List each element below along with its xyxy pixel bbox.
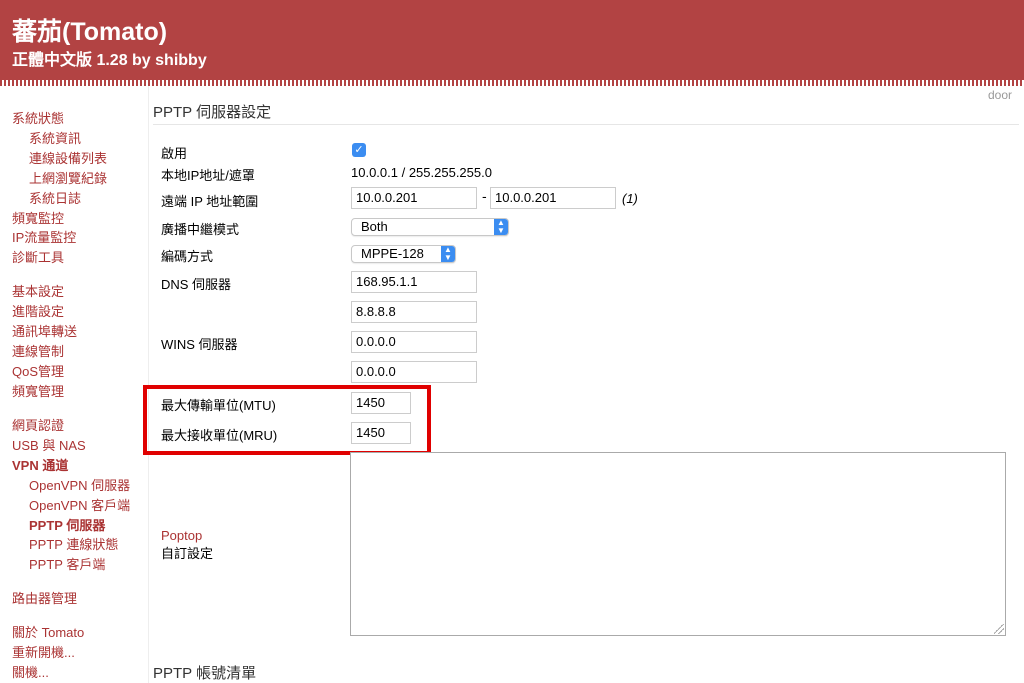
sidebar-nav: 系統狀態 系統資訊 連線設備列表 上網瀏覽紀錄 系統日誌 頻寬監控 IP流量監控 診斷工具基本…: [0, 86, 148, 683]
dns-server-label: DNS 伺服器: [161, 277, 232, 292]
sidebar-item[interactable]: PPTP 連線狀態: [29, 534, 118, 553]
header-stripe: [0, 80, 1024, 86]
sidebar-item[interactable]: 系統日誌: [29, 188, 81, 207]
sidebar-item[interactable]: 基本設定: [12, 281, 64, 300]
local-ip-label: 本地IP地址/遮罩: [161, 168, 255, 183]
encryption-select[interactable]: MPPE-128 ▲ ▼: [351, 245, 456, 263]
sidebar-item[interactable]: 重新開機...: [12, 642, 75, 661]
poptop-link[interactable]: Poptop: [161, 528, 202, 543]
section-title-pptp-accounts: PPTP 帳號清單: [153, 665, 257, 682]
wins-server-2-input[interactable]: 0.0.0.0: [351, 361, 477, 383]
sidebar-item[interactable]: QoS管理: [12, 361, 64, 380]
enable-checkbox[interactable]: ✓: [352, 143, 366, 157]
encryption-label: 編碼方式: [161, 249, 214, 264]
custom-config-textarea[interactable]: [350, 452, 1006, 636]
sidebar-item[interactable]: PPTP 伺服器: [29, 515, 105, 534]
app-title: 蕃茄(Tomato): [12, 18, 168, 46]
sidebar-item[interactable]: 連線管制: [12, 341, 64, 360]
sidebar-item[interactable]: 診斷工具: [12, 247, 64, 266]
sidebar-item[interactable]: 頻寬監控: [12, 208, 64, 227]
highlight-box: [143, 385, 431, 455]
custom-config-label: 自訂設定: [161, 546, 214, 561]
section-rule: [153, 124, 1019, 125]
sidebar-item[interactable]: 系統資訊: [29, 128, 81, 147]
section-title-pptp-server: PPTP 伺服器設定: [153, 104, 272, 121]
resize-grip-icon[interactable]: [994, 624, 1004, 634]
sidebar-item[interactable]: IP流量監控: [12, 227, 76, 246]
app-subtitle: 正體中文版 1.28 by shibby: [12, 52, 207, 69]
broadcast-relay-label: 廣播中繼模式: [161, 222, 240, 237]
remote-range-label: 遠端 IP 地址範圍: [161, 194, 259, 209]
local-ip-value: 10.0.0.1 / 255.255.255.0: [351, 165, 492, 180]
sidebar-item[interactable]: OpenVPN 客戶端: [29, 495, 130, 514]
range-dash: -: [482, 190, 487, 205]
broadcast-relay-value: Both: [361, 219, 388, 234]
door-label: door: [988, 88, 1013, 102]
sidebar-item[interactable]: PPTP 客戶端: [29, 554, 105, 573]
dns-server-1-input[interactable]: 168.95.1.1: [351, 271, 477, 293]
broadcast-relay-select[interactable]: Both ▲ ▼: [351, 218, 509, 236]
sidebar-item[interactable]: 關機...: [12, 662, 49, 681]
wins-server-label: WINS 伺服器: [161, 337, 238, 352]
sidebar-item[interactable]: 關於 Tomato: [12, 622, 84, 641]
remote-ip-start-input[interactable]: 10.0.0.201: [351, 187, 477, 209]
sidebar-item[interactable]: 上網瀏覽紀錄: [29, 168, 107, 187]
wins-server-1-input[interactable]: 0.0.0.0: [351, 331, 477, 353]
sidebar-item[interactable]: OpenVPN 伺服器: [29, 475, 130, 494]
sidebar-item[interactable]: VPN 通道: [12, 455, 68, 474]
sidebar-item[interactable]: 進階設定: [12, 301, 64, 320]
sidebar-item[interactable]: 系統狀態: [12, 108, 64, 127]
app-header: 蕃茄(Tomato) 正體中文版 1.28 by shibby: [0, 0, 1024, 80]
remote-ip-end-input[interactable]: 10.0.0.201: [490, 187, 616, 209]
sidebar-item[interactable]: 網頁認證: [12, 415, 64, 434]
enable-label: 啟用: [161, 146, 188, 161]
sidebar-item[interactable]: USB 與 NAS: [12, 435, 86, 454]
remote-range-note: (1): [622, 191, 638, 206]
sidebar-item[interactable]: 頻寬管理: [12, 381, 64, 400]
sidebar-item[interactable]: 通訊埠轉送: [12, 321, 77, 340]
select-arrows-icon: ▲ ▼: [441, 246, 455, 262]
sidebar-item[interactable]: 路由器管理: [12, 588, 77, 607]
select-arrows-icon: ▲ ▼: [494, 219, 508, 235]
dns-server-2-input[interactable]: 8.8.8.8: [351, 301, 477, 323]
sidebar-item[interactable]: 連線設備列表: [29, 148, 107, 167]
encryption-value: MPPE-128: [361, 246, 424, 261]
